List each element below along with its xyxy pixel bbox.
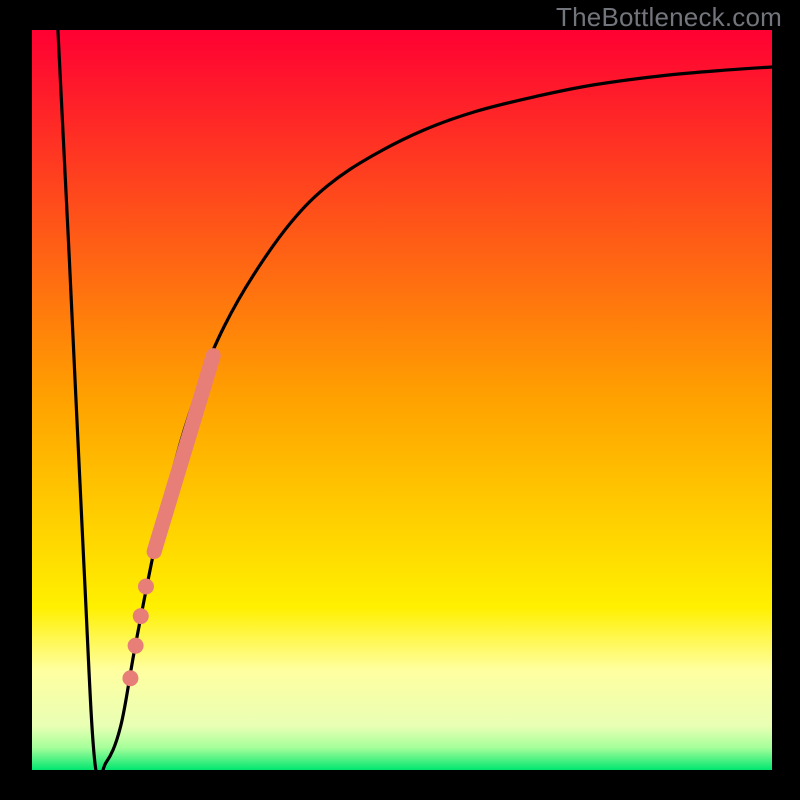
chart-svg (0, 0, 800, 800)
ridge-dot (122, 670, 138, 686)
ridge-dot (128, 638, 144, 654)
ridge-dot (133, 608, 149, 624)
ridge-dot (138, 578, 154, 594)
